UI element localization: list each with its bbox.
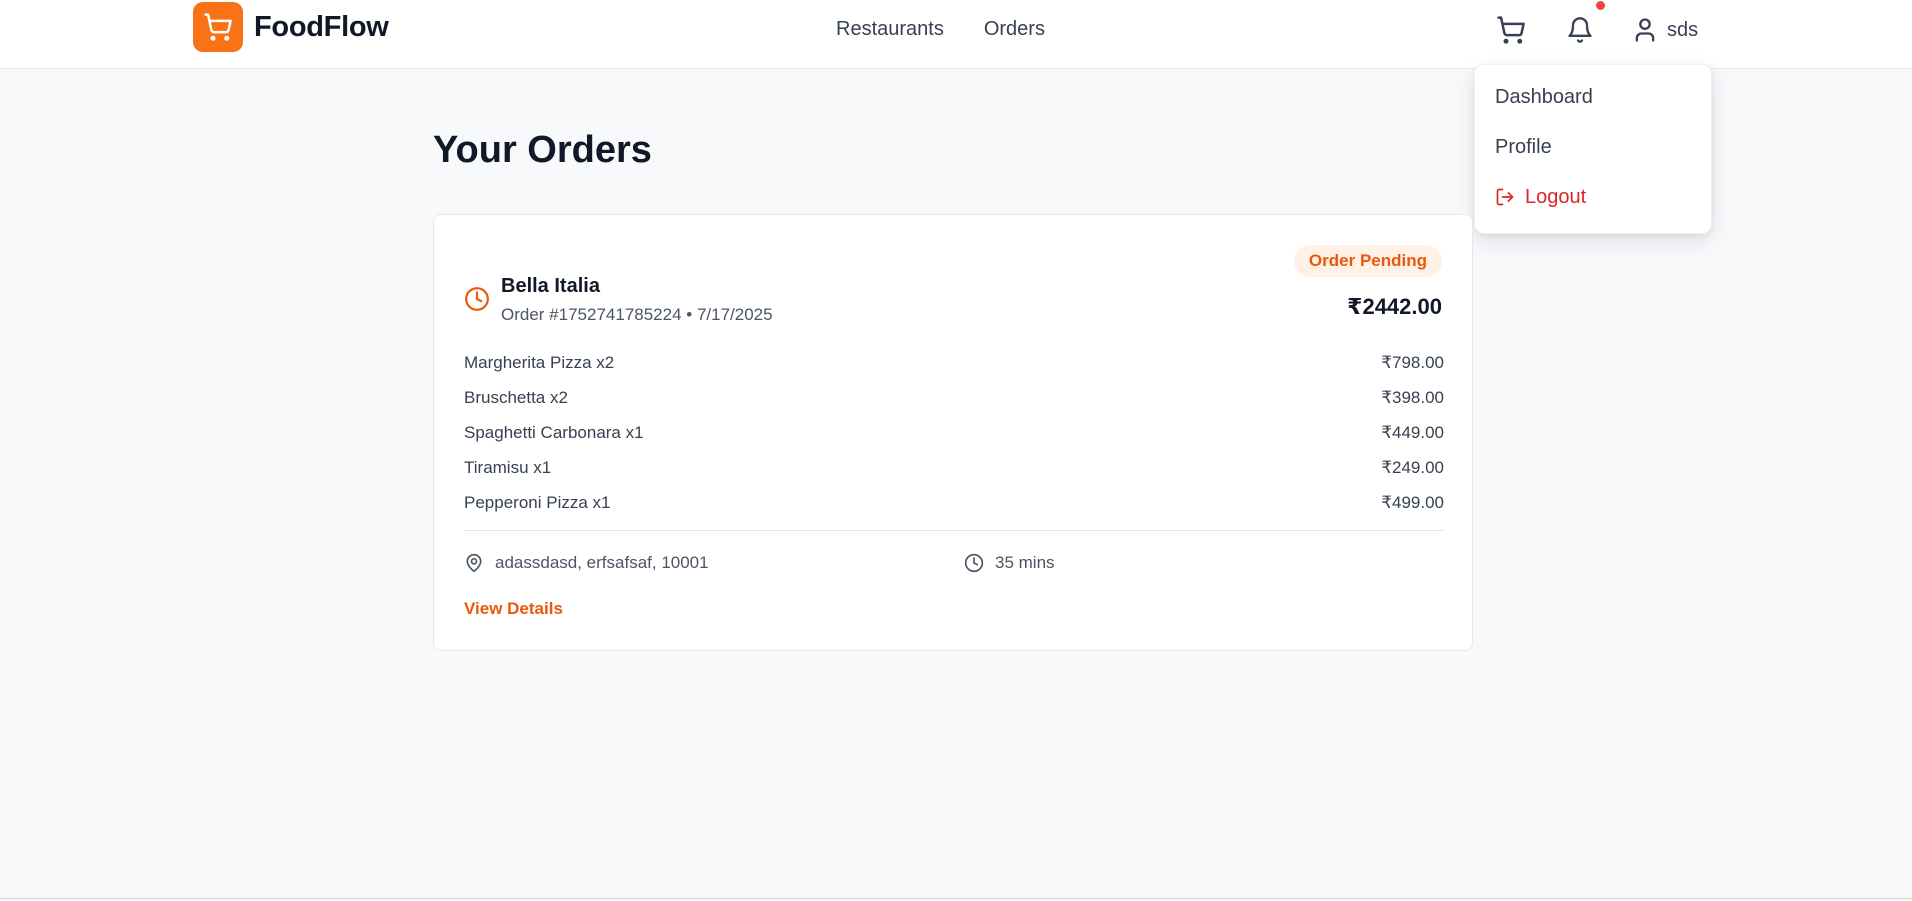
list-item: Pepperoni Pizza x1 ₹499.00 <box>464 485 1444 520</box>
item-name: Margherita Pizza x2 <box>464 352 615 372</box>
logout-icon <box>1496 188 1514 206</box>
user-dropdown-menu: Dashboard Profile Logout <box>1474 64 1712 234</box>
status-badge: Order Pending <box>1293 245 1442 277</box>
notification-dot <box>1596 1 1605 10</box>
divider <box>464 530 1444 531</box>
item-price: ₹398.00 <box>1381 387 1444 407</box>
item-price: ₹449.00 <box>1381 422 1444 442</box>
item-price: ₹798.00 <box>1381 352 1444 372</box>
logout-label: Logout <box>1525 186 1587 208</box>
order-card: Bella Italia Order #1752741785224 • 7/17… <box>433 214 1473 651</box>
order-items: Margherita Pizza x2 ₹798.00 Bruschetta x… <box>464 345 1444 520</box>
eta-text: 35 mins <box>995 553 1055 572</box>
menu-item-logout[interactable]: Logout <box>1475 185 1711 235</box>
user-menu-button[interactable]: sds <box>1631 16 1698 44</box>
item-price: ₹249.00 <box>1381 457 1444 477</box>
nav-link-orders[interactable]: Orders <box>984 16 1045 42</box>
cart-button[interactable] <box>1493 12 1529 48</box>
cart-icon <box>1497 16 1525 44</box>
item-name: Pepperoni Pizza x1 <box>464 492 611 512</box>
bell-icon <box>1568 17 1592 43</box>
restaurant-name: Bella Italia <box>501 275 600 297</box>
menu-item-profile[interactable]: Profile <box>1475 135 1711 185</box>
top-navbar: FoodFlow Restaurants Orders sds <box>0 0 1912 69</box>
order-total: ₹2442.00 <box>1347 294 1442 319</box>
item-name: Spaghetti Carbonara x1 <box>464 422 644 442</box>
order-header: Bella Italia Order #1752741785224 • 7/17… <box>464 263 773 325</box>
nav-link-restaurants[interactable]: Restaurants <box>836 16 944 42</box>
item-name: Bruschetta x2 <box>464 387 568 407</box>
user-icon <box>1635 18 1655 42</box>
list-item: Spaghetti Carbonara x1 ₹449.00 <box>464 415 1444 450</box>
list-item: Bruschetta x2 ₹398.00 <box>464 380 1444 415</box>
user-name: sds <box>1667 18 1699 41</box>
address-text: adassdasd, erfsafsaf, 10001 <box>495 553 709 572</box>
list-item: Tiramisu x1 ₹249.00 <box>464 450 1444 485</box>
menu-item-dashboard[interactable]: Dashboard <box>1475 85 1711 135</box>
list-item: Margherita Pizza x2 ₹798.00 <box>464 345 1444 380</box>
map-pin-icon <box>466 553 482 573</box>
nav-actions: sds <box>1493 1 1698 48</box>
divider <box>0 898 1912 899</box>
order-meta: Order #1752741785224 • 7/17/2025 <box>501 305 773 324</box>
delivery-eta: 35 mins <box>964 553 1055 573</box>
brand[interactable]: FoodFlow <box>193 2 389 52</box>
order-footer: adassdasd, erfsafsaf, 10001 35 mins <box>464 553 1444 573</box>
view-details-link[interactable]: View Details <box>464 599 563 619</box>
notifications-button[interactable] <box>1562 1 1605 48</box>
shopping-cart-icon <box>193 2 243 52</box>
item-price: ₹499.00 <box>1381 492 1444 512</box>
item-name: Tiramisu x1 <box>464 457 552 477</box>
clock-icon <box>465 287 489 311</box>
delivery-address: adassdasd, erfsafsaf, 10001 <box>464 553 964 573</box>
clock-icon <box>964 553 984 573</box>
main-nav: Restaurants Orders <box>836 16 1085 42</box>
brand-name: FoodFlow <box>254 10 389 43</box>
page-title: Your Orders <box>433 129 652 171</box>
